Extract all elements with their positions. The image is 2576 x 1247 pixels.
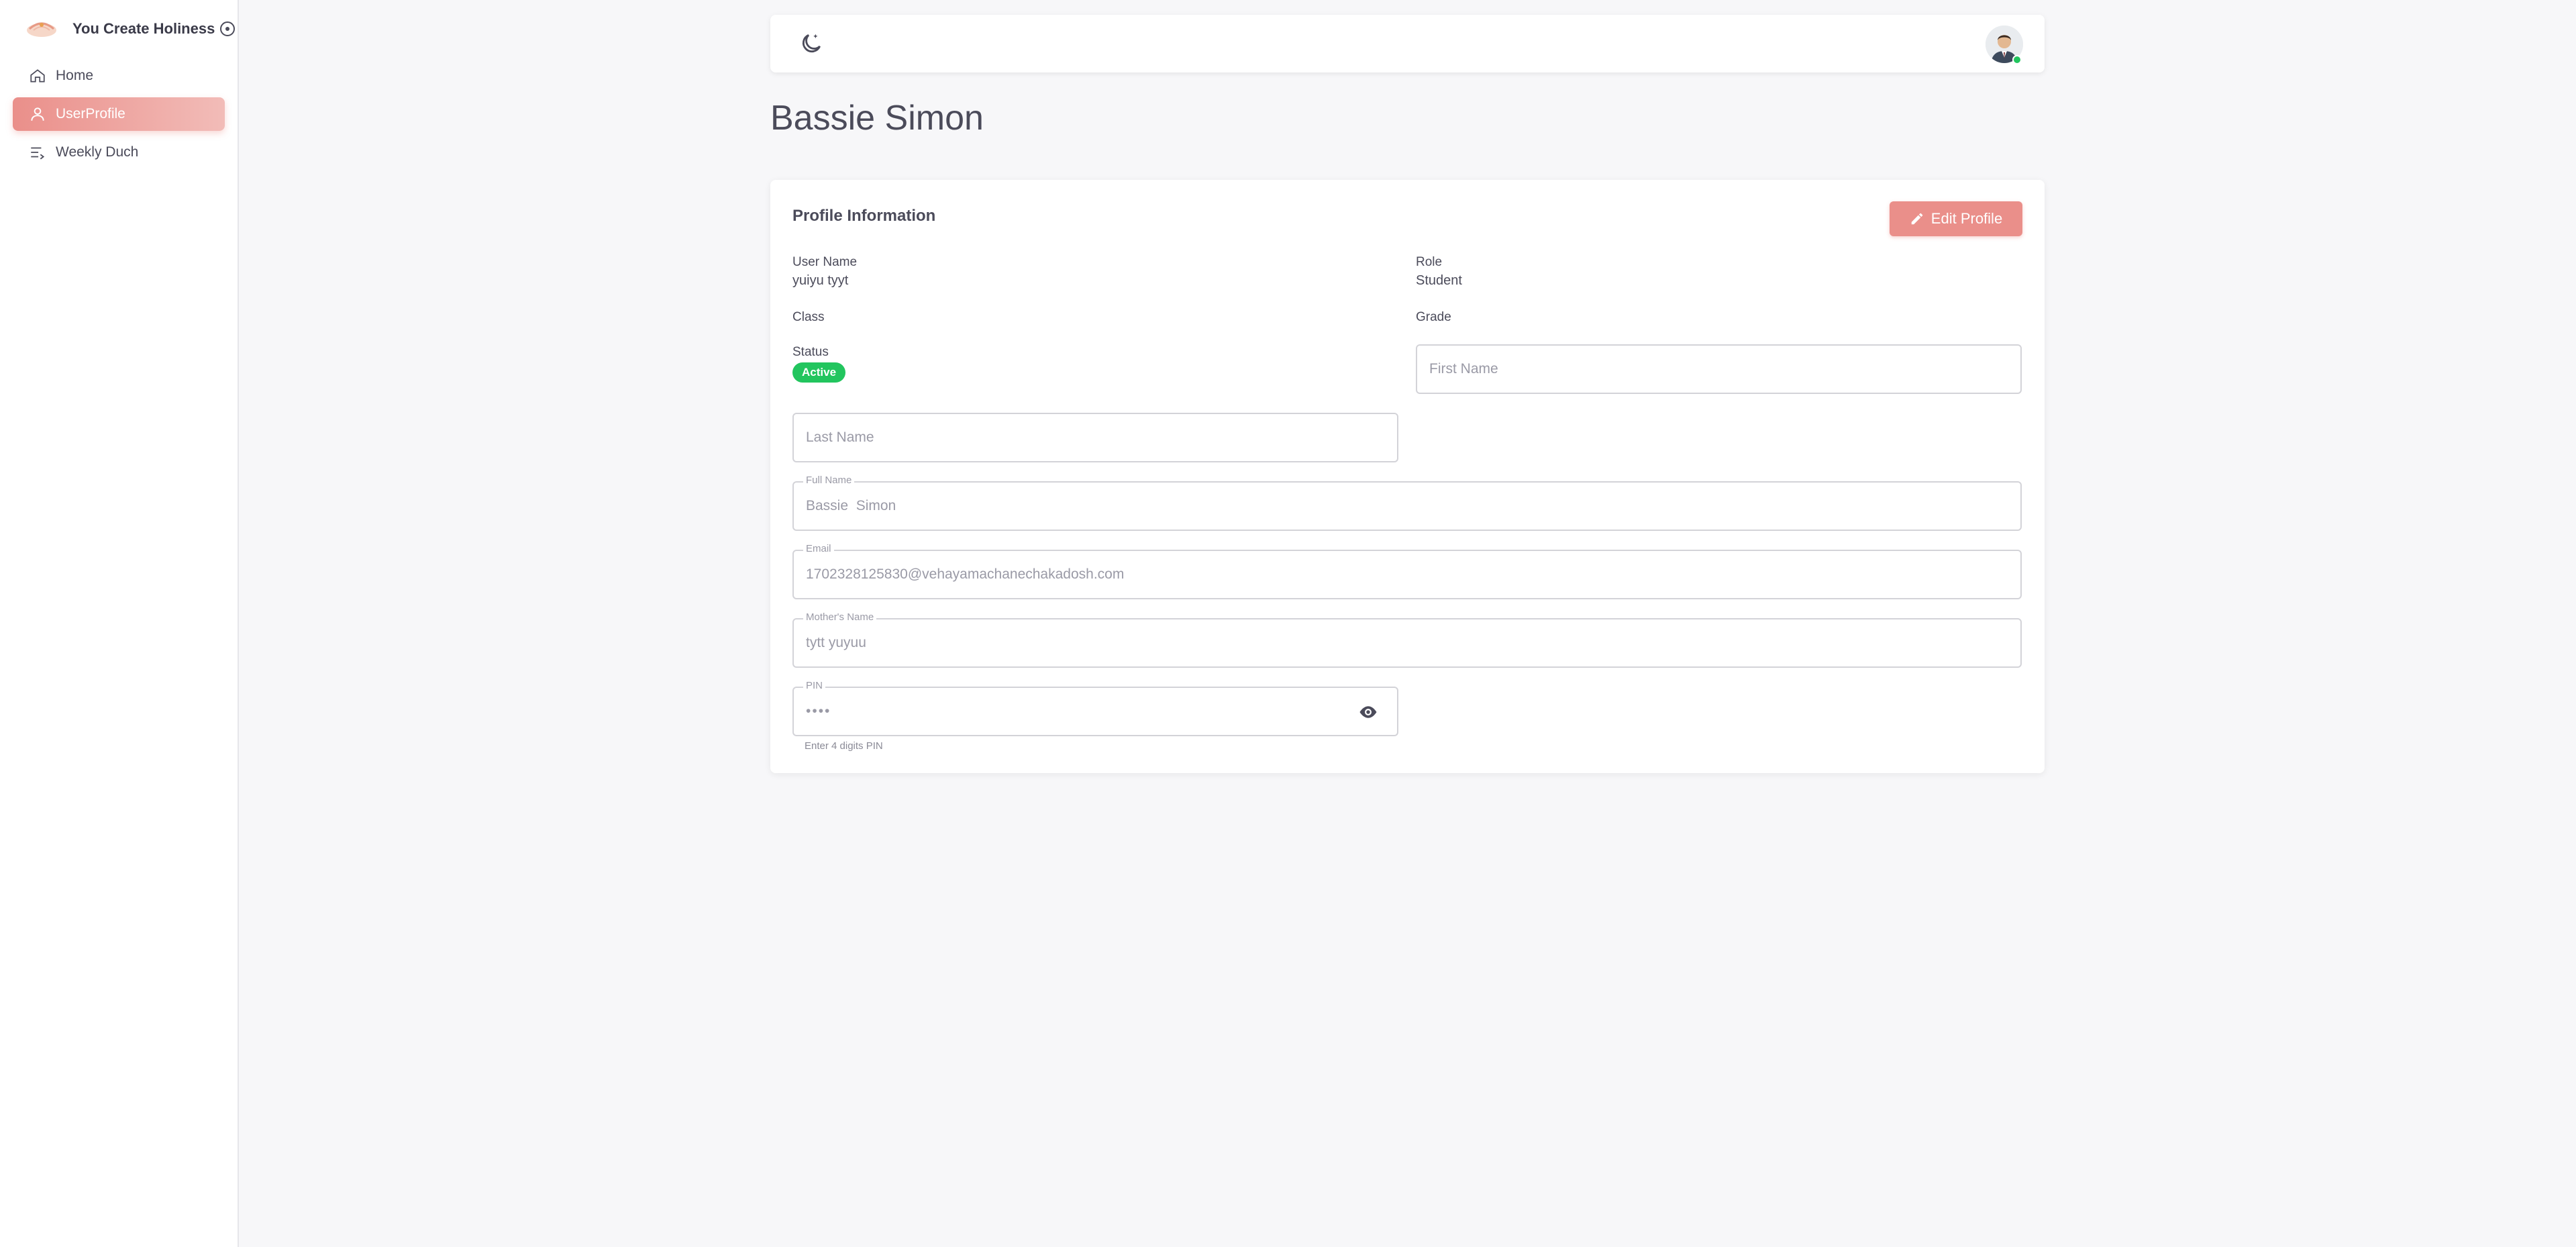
mothers-name-label: Mother's Name [803, 611, 877, 623]
edit-profile-button[interactable]: Edit Profile [1890, 201, 2022, 236]
profile-card: Profile Information Edit Profile User Na… [770, 180, 2045, 773]
pencil-icon [1911, 213, 1923, 225]
email-field[interactable]: Email 1702328125830@vehayamachanechakado… [792, 543, 2022, 599]
pin-field[interactable]: PIN •••• [792, 680, 1398, 736]
sidebar-item-userprofile[interactable]: UserProfile [13, 97, 225, 131]
full-name-value: Bassie Simon [806, 498, 896, 513]
first-name-field[interactable]: First Name [1416, 344, 2022, 394]
role-value: Student [1416, 273, 1462, 288]
mothers-name-field[interactable]: Mother's Name tytt yuyuu [792, 611, 2022, 668]
pin-helper-text: Enter 4 digits PIN [805, 740, 883, 752]
sidebar: You Create Holiness Home UserProfile Wee… [0, 0, 239, 1247]
email-value: 1702328125830@vehayamachanechakadosh.com [806, 566, 1125, 582]
app-title: You Create Holiness [72, 20, 215, 37]
brand[interactable]: You Create Holiness [24, 12, 236, 46]
class-label: Class [792, 310, 825, 324]
eye-icon[interactable] [1358, 704, 1378, 720]
mothers-name-value: tytt yuyuu [806, 635, 866, 650]
sidebar-item-home[interactable]: Home [13, 59, 225, 93]
email-label: Email [803, 543, 834, 554]
card-title: Profile Information [792, 207, 936, 225]
status-badge: Active [792, 362, 846, 383]
full-name-field[interactable]: Full Name Bassie Simon [792, 475, 2022, 531]
user-icon [31, 107, 44, 121]
username-label: User Name [792, 255, 858, 269]
first-name-placeholder: First Name [1429, 361, 1498, 377]
username-value: yuiyu tyyt [792, 273, 849, 288]
full-name-label: Full Name [803, 475, 855, 486]
sidebar-toggle-icon[interactable] [220, 21, 236, 36]
status-label: Status [792, 345, 829, 359]
pin-value: •••• [806, 703, 831, 719]
last-name-field[interactable]: Last Name [792, 413, 1398, 462]
brand-logo [24, 15, 59, 42]
sidebar-item-label: Home [56, 68, 94, 83]
sidebar-item-label: UserProfile [56, 106, 125, 121]
home-icon [30, 69, 45, 83]
moon-icon[interactable] [798, 31, 824, 56]
last-name-placeholder: Last Name [806, 430, 874, 445]
pin-label: PIN [803, 680, 826, 691]
sidebar-item-weekly-duch[interactable]: Weekly Duch [13, 136, 225, 169]
page-title: Bassie Simon [770, 99, 984, 138]
online-status-dot [2012, 55, 2022, 64]
role-label: Role [1416, 255, 1443, 269]
sidebar-item-label: Weekly Duch [56, 144, 139, 160]
list-arrow-icon [31, 147, 45, 160]
grade-label: Grade [1416, 310, 1451, 324]
edit-profile-label: Edit Profile [1930, 210, 2003, 227]
topbar [770, 15, 2045, 72]
